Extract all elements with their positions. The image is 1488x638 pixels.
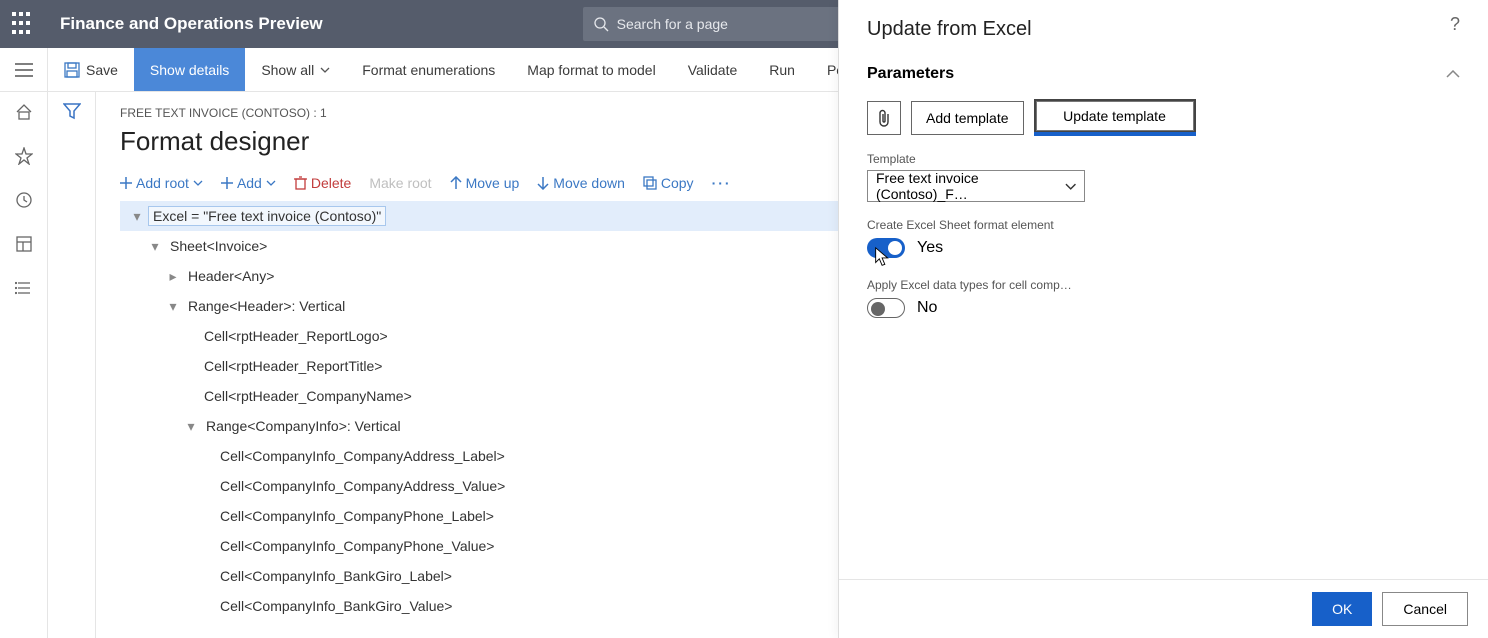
search-icon [593, 16, 609, 32]
arrow-up-icon [450, 176, 462, 190]
add-root-button[interactable]: Add root [120, 175, 203, 191]
update-from-excel-panel: ? Update from Excel Parameters Add templ… [838, 0, 1488, 638]
app-launcher-icon[interactable] [12, 12, 36, 36]
workspaces-icon[interactable] [14, 234, 34, 254]
paperclip-icon [877, 109, 891, 127]
modules-icon[interactable] [14, 278, 34, 298]
create-sheet-value: Yes [917, 239, 943, 257]
chevron-down-icon [266, 180, 276, 186]
create-sheet-label: Create Excel Sheet format element [867, 218, 1460, 232]
move-up-button[interactable]: Move up [450, 175, 520, 191]
chevron-down-icon [193, 180, 203, 186]
accent-underline [1034, 132, 1196, 136]
panel-title: Update from Excel [867, 18, 1460, 41]
search-placeholder: Search for a page [617, 16, 728, 32]
chevron-down-icon [320, 67, 330, 73]
apply-types-value: No [917, 299, 937, 317]
show-details-button[interactable]: Show details [134, 48, 245, 91]
save-button[interactable]: Save [48, 48, 134, 91]
plus-icon [221, 177, 233, 189]
move-down-button[interactable]: Move down [537, 175, 625, 191]
cancel-button[interactable]: Cancel [1382, 592, 1468, 626]
collapse-icon[interactable]: ▾ [148, 238, 162, 255]
expand-icon[interactable]: ▸ [166, 268, 180, 285]
collapse-icon[interactable]: ▾ [184, 418, 198, 435]
favorites-icon[interactable] [14, 146, 34, 166]
template-select[interactable]: Free text invoice (Contoso)_F… [867, 170, 1085, 202]
collapse-icon[interactable]: ▾ [130, 208, 144, 225]
apply-types-label: Apply Excel data types for cell comp… [867, 278, 1460, 292]
collapse-icon[interactable]: ▾ [166, 298, 180, 315]
format-enumerations-button[interactable]: Format enumerations [346, 48, 511, 91]
create-sheet-toggle[interactable] [867, 238, 905, 258]
copy-icon [643, 176, 657, 190]
attachment-button[interactable] [867, 101, 901, 135]
copy-button[interactable]: Copy [643, 175, 694, 191]
trash-icon [294, 176, 307, 190]
filter-icon[interactable] [63, 102, 81, 638]
collapse-icon[interactable] [1446, 65, 1460, 83]
panel-footer: OK Cancel [839, 579, 1488, 638]
validate-button[interactable]: Validate [672, 48, 754, 91]
show-all-button[interactable]: Show all [245, 48, 346, 91]
filter-column [48, 92, 96, 638]
chevron-down-icon [1065, 183, 1076, 190]
save-icon [64, 62, 80, 78]
apply-types-toggle[interactable] [867, 298, 905, 318]
map-format-to-model-button[interactable]: Map format to model [511, 48, 671, 91]
template-select-label: Template [867, 152, 1460, 166]
menu-toggle-button[interactable] [0, 48, 48, 91]
plus-icon [120, 177, 132, 189]
navigation-rail [0, 92, 48, 638]
delete-button[interactable]: Delete [294, 175, 351, 191]
add-template-button[interactable]: Add template [911, 101, 1024, 135]
arrow-down-icon [537, 176, 549, 190]
recent-icon[interactable] [14, 190, 34, 210]
make-root-button: Make root [369, 175, 431, 191]
run-button[interactable]: Run [753, 48, 811, 91]
update-template-button[interactable]: Update template [1034, 99, 1196, 133]
app-title: Finance and Operations Preview [60, 14, 323, 34]
parameters-header: Parameters [867, 65, 954, 83]
add-button[interactable]: Add [221, 175, 276, 191]
ok-button[interactable]: OK [1312, 592, 1372, 626]
home-icon[interactable] [14, 102, 34, 122]
more-button[interactable]: ··· [712, 175, 732, 191]
help-icon[interactable]: ? [1440, 14, 1470, 35]
